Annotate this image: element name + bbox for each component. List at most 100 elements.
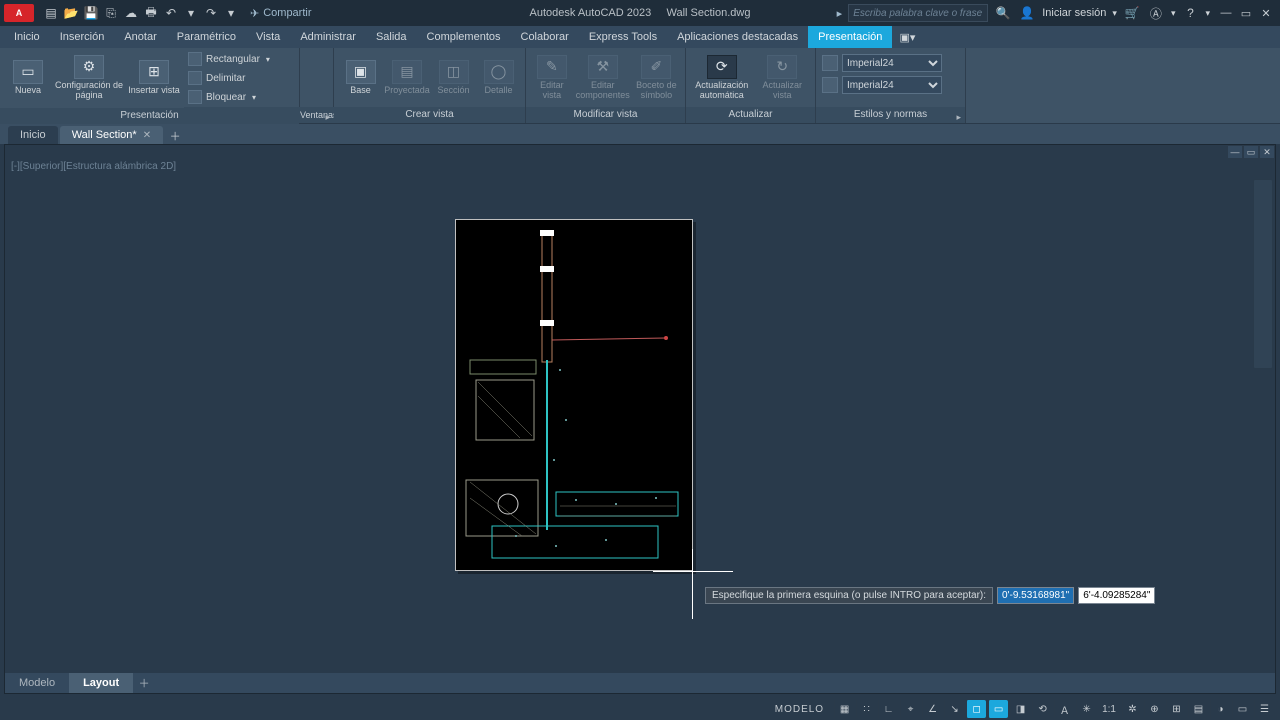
btn-editar-vista: ✎Editar vista xyxy=(532,55,572,101)
filetab-wallsection[interactable]: Wall Section* ✕ xyxy=(60,126,163,144)
status-ortho-icon[interactable]: ∟ xyxy=(878,700,898,718)
search-play-icon[interactable]: ▸ xyxy=(837,7,843,20)
account-icon[interactable]: 👤 xyxy=(1018,4,1036,22)
lock-icon xyxy=(188,90,202,104)
qat-plot-icon[interactable]: 🖶 xyxy=(142,4,160,22)
status-space[interactable]: MODELO xyxy=(767,704,832,715)
panel-vg-label[interactable]: Ventanas gráficas de presentación▸ xyxy=(184,107,334,123)
style1-icon[interactable] xyxy=(822,55,838,71)
status-lock-icon[interactable]: ⊕ xyxy=(1144,700,1164,718)
btn-base[interactable]: ▣Base xyxy=(340,60,381,96)
status-scale[interactable]: 1:1 xyxy=(1098,704,1120,715)
vp-maximize-icon[interactable]: ▭ xyxy=(1243,145,1259,159)
filetab-new-icon[interactable]: ＋ xyxy=(165,128,185,144)
btn-nueva[interactable]: ▭ Nueva xyxy=(6,60,50,96)
panel-crear-vista: ▣Base ▤Proyectada ◫Sección ◯Detalle Crea… xyxy=(334,48,526,123)
btn-bloquear[interactable]: Bloquear▾ xyxy=(184,88,274,106)
filetab-close-icon[interactable]: ✕ xyxy=(143,130,151,141)
dyn-value-y[interactable]: 6'-4.09285284" xyxy=(1078,587,1155,604)
filetab-inicio[interactable]: Inicio xyxy=(8,126,58,144)
dyn-value-x[interactable]: 0'-9.53168981" xyxy=(997,587,1074,604)
qat-open-icon[interactable]: 📂 xyxy=(62,4,80,22)
status-iso-icon[interactable]: ∠ xyxy=(922,700,942,718)
status-grid-icon[interactable]: ▦ xyxy=(834,700,854,718)
navigation-bar[interactable] xyxy=(1253,179,1273,369)
window-minimize-icon[interactable]: — xyxy=(1216,4,1236,22)
app-store-icon[interactable]: Ⓐ xyxy=(1147,4,1165,22)
status-annoscale-icon[interactable]: Ａ xyxy=(1054,700,1074,718)
btn-rectangular[interactable]: Rectangular▾ xyxy=(184,50,274,68)
tab-insercion[interactable]: Inserción xyxy=(50,26,115,48)
tab-parametrico[interactable]: Paramétrico xyxy=(167,26,246,48)
btn-insertar-vista[interactable]: ⊞ Insertar vista xyxy=(128,60,180,96)
tab-express[interactable]: Express Tools xyxy=(579,26,667,48)
app-store-drop-icon[interactable]: ▾ xyxy=(1171,8,1176,19)
app-title-text: Autodesk AutoCAD 2023 xyxy=(530,7,652,19)
status-isolate-icon[interactable]: ◑ xyxy=(1210,700,1230,718)
app-logo[interactable]: A xyxy=(4,4,34,22)
tab-vista[interactable]: Vista xyxy=(246,26,290,48)
help-drop-icon[interactable]: ▾ xyxy=(1205,8,1210,19)
section-icon: ◫ xyxy=(439,60,469,84)
window-maximize-icon[interactable]: ▭ xyxy=(1236,4,1256,22)
style2-select[interactable]: Imperial24 xyxy=(842,76,942,94)
proj-label: Proyectada xyxy=(384,86,430,96)
tab-colaborar[interactable]: Colaborar xyxy=(511,26,579,48)
status-units-icon[interactable]: ⊞ xyxy=(1166,700,1186,718)
qat-new-icon[interactable]: ▤ xyxy=(42,4,60,22)
qat-undo-icon[interactable]: ↶ xyxy=(162,4,180,22)
share-button[interactable]: ✈ Compartir xyxy=(250,7,312,20)
canvas[interactable]: [-][Superior][Estructura alámbrica 2D] xyxy=(5,159,1275,651)
btn-delimitar[interactable]: Delimitar xyxy=(184,69,274,87)
search-input[interactable]: Escriba palabra clave o frase xyxy=(848,4,988,22)
status-otrack-icon[interactable]: ↘ xyxy=(944,700,964,718)
status-annotation-icon[interactable]: ✳ xyxy=(1076,700,1096,718)
qat-redo-drop-icon[interactable]: ▾ xyxy=(222,4,240,22)
viewport-label[interactable]: [-][Superior][Estructura alámbrica 2D] xyxy=(11,161,176,172)
layouttab-layout[interactable]: Layout xyxy=(69,673,133,693)
status-hardware-icon[interactable]: ▤ xyxy=(1188,700,1208,718)
status-clean-icon[interactable]: ▭ xyxy=(1232,700,1252,718)
status-snap-icon[interactable]: ∷ xyxy=(856,700,876,718)
tab-destacadas[interactable]: Aplicaciones destacadas xyxy=(667,26,808,48)
ribbon: ▭ Nueva ⚙ Configuración de página ⊞ Inse… xyxy=(0,48,1280,124)
panel-label-estilos[interactable]: Estilos y normas▸ xyxy=(816,107,965,123)
status-customize-icon[interactable]: ☰ xyxy=(1254,700,1274,718)
status-gear-icon[interactable]: ✲ xyxy=(1122,700,1142,718)
tab-extra-icon[interactable]: ▣▾ xyxy=(892,26,922,48)
qat-web-icon[interactable]: ☁ xyxy=(122,4,140,22)
tab-inicio[interactable]: Inicio xyxy=(4,26,50,48)
qat-saveas-icon[interactable]: ⎘ xyxy=(102,4,120,22)
account-drop-icon[interactable]: ▾ xyxy=(1112,8,1117,19)
qat-save-icon[interactable]: 💾 xyxy=(82,4,100,22)
btn-auto-update[interactable]: ⟳Actualización automática xyxy=(692,55,751,101)
status-transparency-icon[interactable]: ◨ xyxy=(1010,700,1030,718)
style2-icon[interactable] xyxy=(822,77,838,93)
qat-redo-icon[interactable]: ↷ xyxy=(202,4,220,22)
tab-administrar[interactable]: Administrar xyxy=(290,26,366,48)
status-osnap-icon[interactable]: ◻ xyxy=(966,700,986,718)
btn-update-view: ↻Actualizar vista xyxy=(755,55,809,101)
vp-minimize-icon[interactable]: — xyxy=(1227,145,1243,159)
status-cycling-icon[interactable]: ⟲ xyxy=(1032,700,1052,718)
tab-presentacion[interactable]: Presentación xyxy=(808,26,892,48)
window-close-icon[interactable]: ✕ xyxy=(1256,4,1276,22)
tab-salida[interactable]: Salida xyxy=(366,26,417,48)
account-label[interactable]: Iniciar sesión xyxy=(1042,7,1106,19)
tab-anotar[interactable]: Anotar xyxy=(114,26,166,48)
btn-config-pagina[interactable]: ⚙ Configuración de página xyxy=(54,55,124,101)
qat-undo-drop-icon[interactable]: ▾ xyxy=(182,4,200,22)
style1-select[interactable]: Imperial24 xyxy=(842,54,942,72)
search-icon[interactable]: 🔍 xyxy=(994,4,1012,22)
layouttab-add-icon[interactable]: ＋ xyxy=(133,675,155,691)
cart-icon[interactable]: 🛒 xyxy=(1123,4,1141,22)
status-lwt-icon[interactable]: ▭ xyxy=(988,700,1008,718)
help-icon[interactable]: ? xyxy=(1181,4,1199,22)
quick-access-toolbar: ▤ 📂 💾 ⎘ ☁ 🖶 ↶ ▾ ↷ ▾ xyxy=(42,4,240,22)
upd-label: Actualizar vista xyxy=(755,81,809,101)
tab-complementos[interactable]: Complementos xyxy=(417,26,511,48)
status-polar-icon[interactable]: ⌖ xyxy=(900,700,920,718)
vp-close-icon[interactable]: ✕ xyxy=(1259,145,1275,159)
layouttab-modelo[interactable]: Modelo xyxy=(5,673,69,693)
update-view-icon: ↻ xyxy=(767,55,797,79)
